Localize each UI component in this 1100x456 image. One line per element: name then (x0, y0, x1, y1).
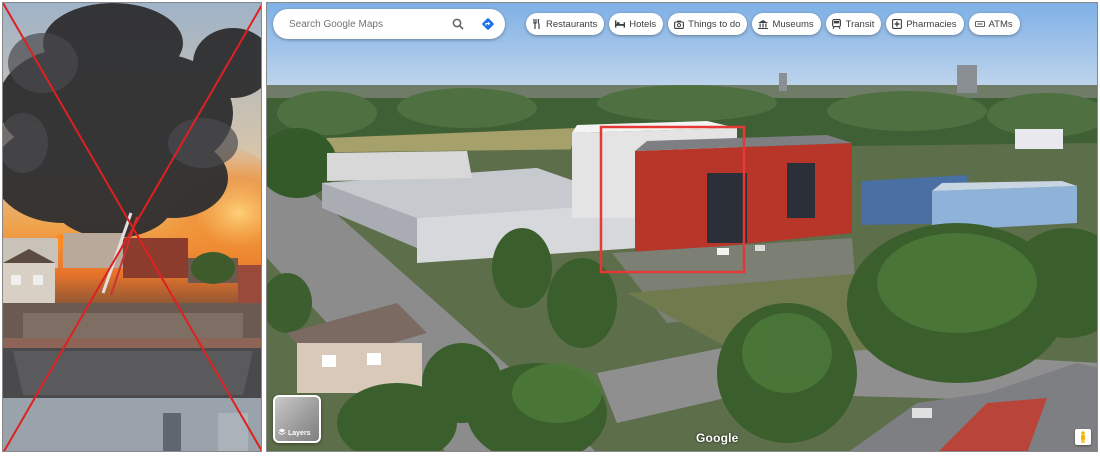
search-bar[interactable] (273, 9, 505, 39)
chip-things-to-do[interactable]: Things to do (668, 13, 748, 35)
directions-icon[interactable] (479, 15, 497, 33)
fire-photo-image (3, 3, 261, 451)
search-icon[interactable] (449, 15, 467, 33)
chip-restaurants[interactable]: Restaurants (526, 13, 605, 35)
chip-pharmacies[interactable]: Pharmacies (886, 13, 964, 35)
pharmacy-icon (892, 19, 903, 29)
chip-label: ATMs (988, 18, 1013, 30)
chip-label: Pharmacies (906, 18, 957, 30)
fire-photo (2, 2, 262, 452)
category-chips: Restaurants Hotels Things to do Museums … (526, 13, 1020, 35)
pegman-icon[interactable] (1075, 429, 1091, 445)
chip-museums[interactable]: Museums (752, 13, 821, 35)
google-logo: Google (696, 431, 739, 445)
chip-transit[interactable]: Transit (825, 13, 882, 35)
search-input[interactable] (289, 9, 439, 39)
chip-label: Museums (772, 18, 814, 30)
chip-label: Transit (845, 18, 875, 30)
train-icon (832, 19, 842, 29)
museum-icon (758, 19, 769, 29)
layers-button[interactable]: Layers (273, 395, 321, 443)
layers-label: Layers (288, 429, 311, 437)
layers-icon (278, 428, 286, 438)
bed-icon (615, 19, 626, 29)
chip-label: Hotels (629, 18, 657, 30)
chip-label: Things to do (688, 18, 741, 30)
camera-icon (674, 19, 685, 29)
map-view[interactable]: Restaurants Hotels Things to do Museums … (266, 2, 1098, 452)
map-3d-scene[interactable] (267, 3, 1098, 452)
chip-hotels[interactable]: Hotels (609, 13, 664, 35)
fork-knife-icon (532, 19, 542, 29)
chip-label: Restaurants (546, 18, 598, 30)
atm-icon (974, 19, 985, 29)
chip-atms[interactable]: ATMs (968, 13, 1020, 35)
distant-tower (957, 65, 977, 93)
